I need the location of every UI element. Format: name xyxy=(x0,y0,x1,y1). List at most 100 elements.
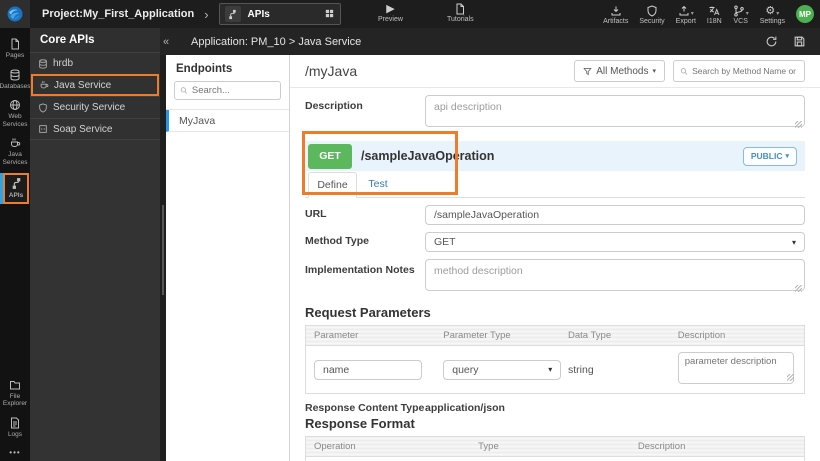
collapse-panel-icon[interactable]: « xyxy=(163,36,175,48)
core-apis-item-security-service[interactable]: Security Service xyxy=(30,96,160,118)
sidebar-item-databases[interactable]: Databases xyxy=(0,67,31,93)
tutorials-label: Tutorials xyxy=(447,16,474,23)
download-icon xyxy=(610,5,622,17)
soap-icon xyxy=(38,124,48,134)
tab-define[interactable]: Define xyxy=(308,172,357,198)
operation-tabs: Define Test xyxy=(305,171,805,198)
scrollbar-thumb[interactable] xyxy=(162,205,164,295)
application-header: « Application: PM_10 > Java Service xyxy=(160,28,820,55)
core-apis-panel: Core APIs hrdb Java Service Security Ser… xyxy=(30,28,160,461)
resize-grip-icon[interactable] xyxy=(795,285,802,292)
apis-workspace-tab[interactable]: APIs xyxy=(218,3,341,25)
description-textarea[interactable] xyxy=(425,95,805,127)
i18n-button[interactable]: I18N xyxy=(707,4,722,25)
api-icon xyxy=(10,177,23,190)
export-button[interactable]: ▾ Export xyxy=(676,4,696,25)
core-apis-item-java-service[interactable]: Java Service xyxy=(31,74,159,96)
endpoints-search-input[interactable] xyxy=(191,85,275,96)
column-header-parameter-type: Parameter Type xyxy=(435,325,560,346)
shield-icon xyxy=(646,5,658,17)
globe-icon xyxy=(9,99,21,111)
grid-icon[interactable] xyxy=(324,5,335,23)
visibility-dropdown[interactable]: PUBLIC ▾ xyxy=(742,146,797,166)
parameter-description-textarea[interactable] xyxy=(677,352,794,384)
sidebar-item-logs[interactable]: Logs xyxy=(0,415,30,441)
upload-icon xyxy=(678,5,690,17)
description-cell: No description found xyxy=(630,457,805,461)
data-type-value: string xyxy=(567,363,594,376)
sidebar-item-pages[interactable]: Pages xyxy=(0,36,30,62)
endpoints-search xyxy=(174,81,281,100)
endpoint-item-myjava[interactable]: MyJava xyxy=(166,110,289,132)
security-button[interactable]: Security xyxy=(639,4,665,25)
play-icon: ▶ xyxy=(386,3,395,15)
translate-icon xyxy=(708,5,720,17)
artifacts-button[interactable]: Artifacts xyxy=(603,4,628,25)
methods-filter-button[interactable]: All Methods ▾ xyxy=(574,60,665,82)
operation-bar: GET /sampleJavaOperation PUBLIC ▾ xyxy=(305,141,805,171)
caret-down-icon: ▾ xyxy=(690,10,694,17)
method-type-label: Method Type xyxy=(305,235,369,247)
operation-path: /sampleJavaOperation xyxy=(361,149,495,163)
resize-grip-icon[interactable] xyxy=(786,374,794,381)
refresh-icon[interactable] xyxy=(765,35,778,48)
preview-button[interactable]: ▶ Preview xyxy=(378,3,403,23)
column-header-description: Description xyxy=(629,436,805,457)
preview-label: Preview xyxy=(378,16,403,23)
pages-icon xyxy=(9,38,21,50)
caret-down-icon: ▾ xyxy=(652,68,656,75)
sidebar-item-java-services[interactable]: Java Services xyxy=(0,135,30,168)
tutorials-icon xyxy=(454,3,466,15)
parameter-name-input[interactable] xyxy=(314,359,422,380)
type-cell: string xyxy=(470,457,630,461)
user-avatar[interactable]: MP xyxy=(796,5,814,23)
response-content-type-label: Response Content Type xyxy=(305,402,425,414)
panel-divider xyxy=(160,55,166,461)
top-bar: Project:My_First_Application › APIs ▶ Pr… xyxy=(0,0,820,28)
settings-button[interactable]: ⚙ ▾ Settings xyxy=(760,4,785,25)
endpoints-panel: Endpoints MyJava xyxy=(166,55,290,461)
column-header-type: Type xyxy=(470,436,630,457)
column-header-data-type: Data Type xyxy=(559,325,670,346)
endpoints-title: Endpoints xyxy=(176,63,233,75)
vcs-button[interactable]: ▾ VCS xyxy=(733,4,749,25)
core-apis-item-hrdb[interactable]: hrdb xyxy=(30,52,160,74)
core-apis-item-soap-service[interactable]: Soap Service xyxy=(30,118,160,140)
caret-down-icon: ▾ xyxy=(785,153,789,160)
url-label: URL xyxy=(305,208,327,220)
url-input[interactable] xyxy=(425,205,805,225)
save-icon[interactable] xyxy=(793,35,806,48)
table-row: query ▾ string xyxy=(306,346,805,394)
sidebar-item-web-services[interactable]: Web Services xyxy=(0,97,30,130)
method-type-select[interactable]: GET ▾ xyxy=(425,232,805,252)
resize-grip-icon[interactable] xyxy=(795,121,802,128)
left-sidebar: Pages Databases Web Services Java Servic… xyxy=(0,28,31,461)
caret-down-icon: ▾ xyxy=(745,10,749,17)
sidebar-item-file-explorer[interactable]: File Explorer xyxy=(0,377,30,410)
wavemaker-logo[interactable] xyxy=(0,0,30,28)
caret-down-icon: ▾ xyxy=(776,10,780,17)
method-search xyxy=(673,60,805,82)
table-row: sampleJavaOperation string No descriptio… xyxy=(306,457,805,461)
http-method-badge[interactable]: GET xyxy=(308,143,352,169)
sidebar-item-apis[interactable]: APIs xyxy=(0,173,29,204)
request-parameters-heading: Request Parameters xyxy=(305,305,431,320)
service-title: /myJava xyxy=(305,63,358,79)
tab-test[interactable]: Test xyxy=(357,171,399,197)
response-format-heading: Response Format xyxy=(305,416,415,431)
branch-icon xyxy=(733,5,745,17)
project-name-label: Project:My_First_Application xyxy=(42,8,195,20)
implementation-notes-label: Implementation Notes xyxy=(305,264,415,276)
request-parameters-table: Parameter Parameter Type Data Type Descr… xyxy=(305,325,805,394)
more-options-button[interactable]: ••• xyxy=(0,448,30,457)
column-header-operation: Operation xyxy=(305,436,471,457)
search-icon xyxy=(180,86,188,95)
api-icon xyxy=(224,6,241,22)
core-apis-title: Core APIs xyxy=(30,28,160,52)
main-content: /myJava All Methods ▾ Description xyxy=(290,55,820,461)
application-breadcrumb: Application: PM_10 > Java Service xyxy=(191,35,362,48)
tutorials-button[interactable]: Tutorials xyxy=(447,3,474,23)
method-search-input[interactable] xyxy=(692,66,798,76)
parameter-type-select[interactable]: query ▾ xyxy=(443,359,562,380)
implementation-notes-textarea[interactable] xyxy=(425,259,805,291)
